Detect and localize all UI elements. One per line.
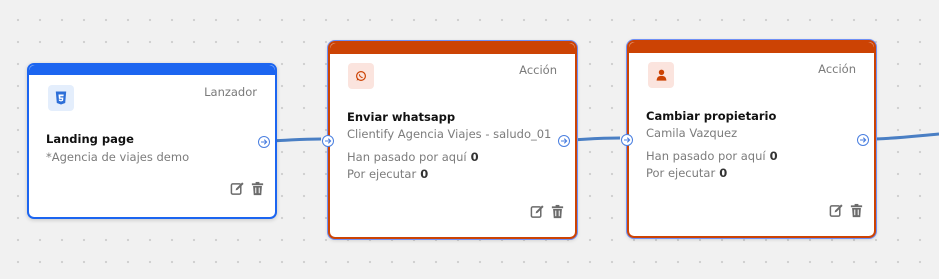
node-type-label: Acción bbox=[519, 63, 557, 77]
node-icon-badge bbox=[348, 63, 374, 89]
stat-pending-value: 0 bbox=[420, 167, 429, 181]
edge-trigger-to-whatsapp bbox=[269, 137, 322, 143]
node-header-bar bbox=[629, 42, 874, 53]
arrow-right-icon bbox=[624, 137, 631, 143]
stat-visited-label: Han pasado por aquí bbox=[646, 149, 766, 163]
node-title: Enviar whatsapp bbox=[347, 110, 456, 124]
edit-icon[interactable] bbox=[530, 204, 545, 219]
node-actions bbox=[530, 204, 565, 219]
trash-icon[interactable] bbox=[550, 204, 565, 219]
stat-pending-label: Por ejecutar bbox=[347, 167, 417, 181]
stat-pending: Por ejecutar 0 bbox=[347, 167, 428, 181]
stat-visited-value: 0 bbox=[470, 150, 479, 164]
edit-icon[interactable] bbox=[230, 181, 245, 196]
input-port[interactable] bbox=[621, 134, 633, 146]
node-title: Cambiar propietario bbox=[646, 109, 777, 123]
node-title: Landing page bbox=[46, 132, 134, 146]
node-subtitle: Clientify Agencia Viajes - saludo_01 bbox=[347, 127, 552, 141]
edit-icon[interactable] bbox=[829, 203, 844, 218]
edge-whatsapp-to-propietario bbox=[569, 136, 621, 142]
arrow-right-icon bbox=[261, 139, 268, 145]
node-type-label: Acción bbox=[818, 62, 856, 76]
html5-icon bbox=[55, 91, 67, 105]
whatsapp-icon bbox=[355, 70, 367, 82]
stat-visited-value: 0 bbox=[769, 149, 778, 163]
edge-propietario-to-next bbox=[867, 132, 939, 141]
workflow-canvas[interactable]: Lanzador Landing page *Agencia de viajes… bbox=[0, 0, 939, 279]
arrow-right-icon bbox=[325, 138, 332, 144]
trash-icon[interactable] bbox=[250, 181, 265, 196]
input-port[interactable] bbox=[322, 135, 334, 147]
output-port[interactable] bbox=[258, 136, 270, 148]
node-header-bar bbox=[330, 43, 575, 54]
node-icon-badge bbox=[48, 85, 74, 111]
stat-visited: Han pasado por aquí 0 bbox=[646, 149, 778, 163]
stat-visited-label: Han pasado por aquí bbox=[347, 150, 467, 164]
arrow-right-icon bbox=[860, 137, 867, 143]
stat-visited: Han pasado por aquí 0 bbox=[347, 150, 479, 164]
node-icon-badge bbox=[648, 62, 674, 88]
node-type-label: Lanzador bbox=[204, 85, 257, 99]
node-header-bar bbox=[29, 65, 275, 75]
output-port[interactable] bbox=[857, 134, 869, 146]
stat-pending-value: 0 bbox=[719, 166, 728, 180]
trash-icon[interactable] bbox=[849, 203, 864, 218]
node-subtitle: Camila Vazquez bbox=[646, 126, 738, 140]
user-icon bbox=[656, 69, 666, 81]
action-node-cambiar-propietario[interactable]: Acción Cambiar propietario Camila Vazque… bbox=[621, 40, 876, 238]
action-node-enviar-whatsapp[interactable]: Acción Enviar whatsapp Clientify Agencia… bbox=[322, 41, 577, 239]
node-subtitle: *Agencia de viajes demo bbox=[46, 150, 190, 164]
stat-pending: Por ejecutar 0 bbox=[646, 166, 727, 180]
trigger-node-landing-page[interactable]: Lanzador Landing page *Agencia de viajes… bbox=[27, 63, 277, 219]
output-port[interactable] bbox=[558, 135, 570, 147]
stat-pending-label: Por ejecutar bbox=[646, 166, 716, 180]
arrow-right-icon bbox=[561, 138, 568, 144]
node-actions bbox=[230, 181, 265, 196]
node-actions bbox=[829, 203, 864, 218]
